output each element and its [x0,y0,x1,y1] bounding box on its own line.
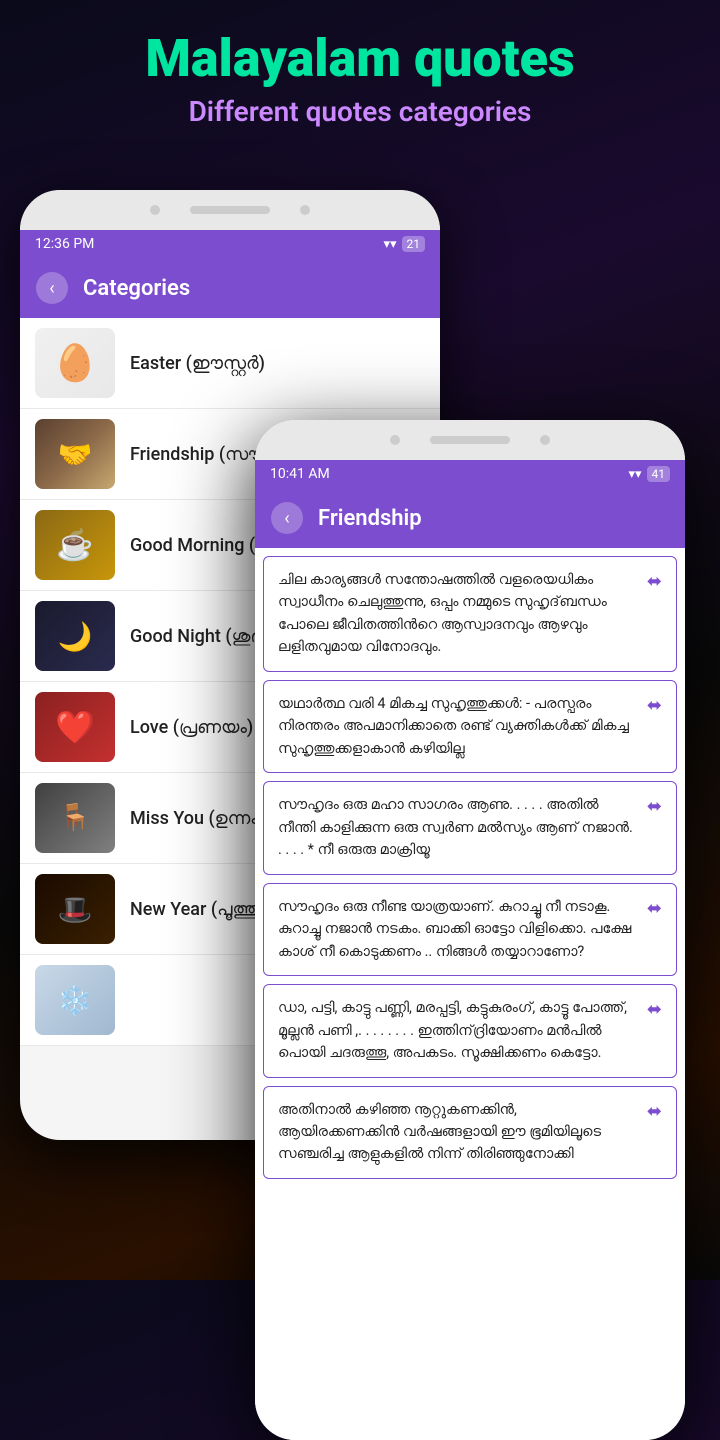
list-item[interactable]: 🥚 Easter (ഈസ്റ്റർ) [20,318,440,409]
battery-front: 41 [647,466,671,482]
notch-dot-3 [390,435,400,445]
missyou-icon: 🪑 [59,803,91,833]
quotes-list: ചില കാര്യങ്ങൾ സന്തോഷത്തിൽ വളരെയധികം സ്വാ… [255,548,685,1440]
notch-dot-2 [300,205,310,215]
back-button-categories[interactable]: ‹ [36,272,68,304]
share-button-1[interactable]: ⬌ [647,571,662,592]
quote-text-5: ഡാ, പട്ടി, കാട്ടു പണ്ണി, മരപ്പട്ടി, കട്ട… [278,997,637,1064]
notch-dot-1 [150,205,160,215]
notch-speaker-front [430,436,510,444]
share-button-6[interactable]: ⬌ [647,1101,662,1122]
status-bar-back: 12:36 PM ▾▾ 21 [20,230,440,258]
love-icon: ❤️ [55,708,95,746]
quote-card-4: സൗഹൃദം ഒരു നീണ്ട യാത്രയാണ്. കുറാച്ചൂ നീ … [263,883,677,976]
winter-icon: ❄️ [58,984,93,1017]
category-thumb-friendship: 🤝 [35,419,115,489]
category-thumb-missyou: 🪑 [35,783,115,853]
status-icons-front: ▾▾ 41 [628,466,670,482]
back-button-friendship[interactable]: ‹ [271,502,303,534]
wifi-icon-front: ▾▾ [628,467,641,482]
category-thumb-goodmorning: ☕ [35,510,115,580]
friendship-title: Friendship [318,506,422,531]
notch-front [255,420,685,460]
share-button-2[interactable]: ⬌ [647,695,662,716]
app-bar-friendship: ‹ Friendship [255,488,685,548]
time-back: 12:36 PM [35,236,94,252]
category-thumb-love: ❤️ [35,692,115,762]
quote-card-5: ഡാ, പട്ടി, കാട്ടു പണ്ണി, മരപ്പട്ടി, കട്ട… [263,984,677,1077]
quote-text-2: യഥാർത്ഥ വരി 4 മികച്ച സുഹൃത്തുക്കൾ: - പരസ… [278,693,637,760]
notch-speaker [190,206,270,214]
quote-text-1: ചില കാര്യങ്ങൾ സന്തോഷത്തിൽ വളരെയധികം സ്വാ… [278,569,637,659]
notch-dot-4 [540,435,550,445]
category-thumb-winter: ❄️ [35,965,115,1035]
share-button-4[interactable]: ⬌ [647,898,662,919]
quote-text-4: സൗഹൃദം ഒരു നീണ്ട യാത്രയാണ്. കുറാച്ചൂ നീ … [278,896,637,963]
share-button-3[interactable]: ⬌ [647,796,662,817]
battery-back: 21 [402,236,426,252]
category-thumb-newyear: 🎩 [35,874,115,944]
category-label-easter: Easter (ഈസ്റ്റർ) [130,353,265,374]
category-label-love: Love (പ്രണയം) [130,717,253,738]
quote-card-2: യഥാർത്ഥ വരി 4 മികച്ച സുഹൃത്തുക്കൾ: - പരസ… [263,680,677,773]
app-title: Malayalam quotes [20,30,700,87]
time-front: 10:41 AM [270,466,330,482]
quote-card-3: സൗഹൃദം ഒരു മഹാ സാഗരം ആണു. . . . . അതിൽ ന… [263,781,677,874]
goodmorning-icon: ☕ [56,528,93,563]
newyear-icon: 🎩 [58,893,93,926]
phones-container: 12:36 PM ▾▾ 21 ‹ Categories 🥚 Easter (ഈസ… [0,170,720,1280]
wifi-icon-back: ▾▾ [383,237,396,252]
easter-icon: 🥚 [53,342,98,384]
categories-title: Categories [83,276,190,301]
category-label-newyear: New Year (പൂത്തു... [130,899,274,920]
quote-card-1: ചില കാര്യങ്ങൾ സന്തോഷത്തിൽ വളരെയധികം സ്വാ… [263,556,677,672]
quote-card-6: അതിനാൽ കഴിഞ്ഞ നൂറ്റുകണക്കിൻ, ആയിരക്കണക്ക… [263,1086,677,1179]
app-bar-categories: ‹ Categories [20,258,440,318]
status-icons-back: ▾▾ 21 [383,236,425,252]
goodnight-icon: 🌙 [58,620,93,653]
category-thumb-goodnight: 🌙 [35,601,115,671]
category-label-missyou: Miss You (ഉന്നം... [130,808,273,829]
share-button-5[interactable]: ⬌ [647,999,662,1020]
status-bar-front: 10:41 AM ▾▾ 41 [255,460,685,488]
friendship-icon: 🤝 [58,438,93,471]
notch-back [20,190,440,230]
phone-friendship: 10:41 AM ▾▾ 41 ‹ Friendship ചില കാര്യങ്ങ… [255,420,685,1440]
category-thumb-easter: 🥚 [35,328,115,398]
quote-text-6: അതിനാൽ കഴിഞ്ഞ നൂറ്റുകണക്കിൻ, ആയിരക്കണക്ക… [278,1099,637,1166]
quote-text-3: സൗഹൃദം ഒരു മഹാ സാഗരം ആണു. . . . . അതിൽ ന… [278,794,637,861]
app-subtitle: Different quotes categories [20,95,700,128]
title-section: Malayalam quotes Different quotes catego… [0,0,720,143]
